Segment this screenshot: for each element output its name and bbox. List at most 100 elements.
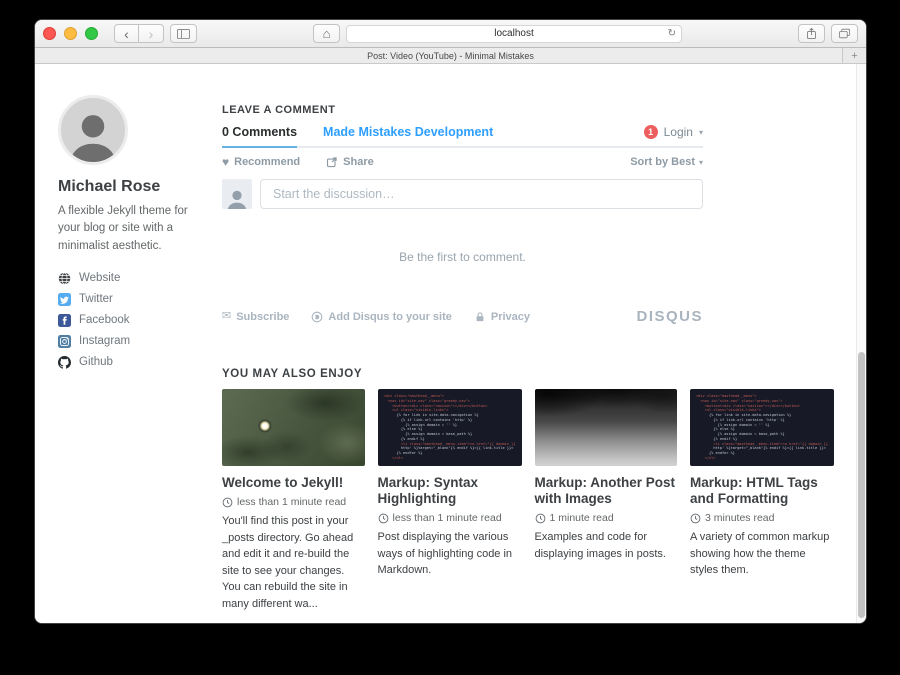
- plus-icon: +: [851, 50, 857, 62]
- code-screenshot: <div class="masthead__menu"> <nav id="si…: [378, 389, 522, 466]
- author-bio: A flexible Jekyll theme for your blog or…: [58, 203, 200, 255]
- clock-icon: [535, 513, 546, 524]
- share-icon: [326, 156, 338, 168]
- read-time-label: less than 1 minute read: [393, 512, 502, 524]
- zoom-window-button[interactable]: [85, 27, 98, 40]
- sidebar-link-website[interactable]: Website: [58, 272, 210, 285]
- clock-icon: [222, 497, 233, 508]
- disqus-logo[interactable]: DISQUS: [636, 308, 703, 325]
- card-read-time: less than 1 minute read: [222, 496, 365, 508]
- related-posts-section: YOU MAY ALSO ENJOY Welcome to Jekyll!les…: [222, 368, 834, 612]
- back-button[interactable]: ‹: [114, 24, 139, 43]
- share-button[interactable]: [798, 24, 825, 43]
- person-silhouette-icon: [64, 106, 122, 164]
- related-card[interactable]: <div class="masthead__menu"> <nav id="si…: [378, 389, 522, 612]
- foggy-tree-photo: [535, 389, 678, 466]
- related-card[interactable]: Welcome to Jekyll! less than 1 minute rea…: [222, 389, 365, 612]
- browser-toolbar: ‹ › ⌂ localhost ↻: [35, 20, 866, 48]
- clock-icon: [690, 513, 701, 524]
- back-icon: ‹: [124, 27, 129, 41]
- tab-bar: Post: Video (YouTube) - Minimal Mistakes…: [35, 48, 866, 64]
- envelope-icon: ✉: [222, 311, 231, 322]
- privacy-label: Privacy: [491, 311, 530, 323]
- sidebar-link-label: Website: [79, 272, 120, 284]
- active-tab[interactable]: Post: Video (YouTube) - Minimal Mistakes: [367, 51, 534, 61]
- share-label: Share: [343, 156, 374, 168]
- forward-icon: ›: [149, 27, 154, 41]
- sidebar-link-label: Twitter: [79, 293, 113, 305]
- notification-badge: 1: [644, 125, 658, 139]
- share-thread-button[interactable]: Share: [326, 156, 374, 168]
- scrollbar-track[interactable]: [856, 64, 866, 623]
- page-content: Michael Rose A flexible Jekyll theme for…: [35, 64, 866, 623]
- refresh-icon[interactable]: ↻: [668, 29, 676, 39]
- sort-label: Sort by Best: [630, 156, 695, 168]
- read-time-label: 1 minute read: [550, 512, 614, 524]
- sidebar-link-github[interactable]: Github: [58, 356, 210, 369]
- card-read-time: 3 minutes read: [690, 512, 834, 524]
- sidebar-link-label: Github: [79, 356, 113, 368]
- forward-button[interactable]: ›: [139, 24, 164, 43]
- disqus-actions: ♥ Recommend Share Sort by Best ▾: [222, 156, 703, 168]
- read-time-label: less than 1 minute read: [237, 496, 346, 508]
- guest-avatar: [222, 179, 252, 209]
- author-avatar: [58, 95, 128, 165]
- address-bar[interactable]: localhost ↻: [346, 25, 682, 43]
- window-controls: [43, 27, 98, 40]
- disqus-tabs: 0 Comments Made Mistakes Development 1 L…: [222, 125, 703, 148]
- minimize-window-button[interactable]: [64, 27, 77, 40]
- comments-section: LEAVE A COMMENT 0 Comments Made Mistakes…: [222, 104, 703, 325]
- card-read-time: less than 1 minute read: [378, 512, 522, 524]
- green-texture-photo: [222, 389, 365, 466]
- recommend-button[interactable]: ♥ Recommend: [222, 156, 300, 168]
- github-icon: [58, 356, 71, 369]
- comment-compose: [222, 179, 703, 209]
- card-title[interactable]: Markup: Syntax Highlighting: [378, 475, 522, 507]
- privacy-link[interactable]: Privacy: [474, 311, 530, 323]
- heart-icon: ♥: [222, 156, 229, 168]
- card-title[interactable]: Markup: Another Post with Images: [535, 475, 678, 507]
- code-screenshot: <div class="masthead__menu"> <nav id="si…: [690, 389, 834, 466]
- add-disqus-link[interactable]: Add Disqus to your site: [311, 311, 451, 323]
- card-title[interactable]: Welcome to Jekyll!: [222, 475, 365, 491]
- card-excerpt: You'll find this post in your _posts dir…: [222, 513, 365, 612]
- sidebar-link-twitter[interactable]: Twitter: [58, 293, 210, 306]
- disqus-footer: ✉ Subscribe Add Disqus to your site Priv…: [222, 308, 703, 325]
- comment-input[interactable]: [260, 179, 703, 209]
- instagram-icon: [58, 335, 71, 348]
- scrollbar-thumb[interactable]: [858, 352, 865, 618]
- subscribe-link[interactable]: ✉ Subscribe: [222, 311, 289, 323]
- comments-heading: LEAVE A COMMENT: [222, 104, 703, 116]
- sidebar-toggle-button[interactable]: [170, 24, 197, 43]
- tab-community-link[interactable]: Made Mistakes Development: [323, 125, 493, 139]
- sort-selector[interactable]: Sort by Best ▾: [630, 156, 703, 168]
- home-button[interactable]: ⌂: [313, 24, 340, 43]
- sidebar-link-label: Facebook: [79, 314, 130, 326]
- sidebar-link-facebook[interactable]: Facebook: [58, 314, 210, 327]
- subscribe-label: Subscribe: [236, 311, 289, 323]
- empty-state-message: Be the first to comment.: [222, 250, 703, 264]
- card-title[interactable]: Markup: HTML Tags and Formatting: [690, 475, 834, 507]
- recommend-label: Recommend: [234, 156, 300, 168]
- close-window-button[interactable]: [43, 27, 56, 40]
- person-silhouette-icon: [225, 187, 249, 209]
- facebook-icon: [58, 314, 71, 327]
- home-icon: ⌂: [323, 26, 331, 41]
- tabs-overview-icon: [838, 28, 851, 39]
- sidebar-link-instagram[interactable]: Instagram: [58, 335, 210, 348]
- related-card[interactable]: Markup: Another Post with Images 1 minute…: [535, 389, 678, 612]
- login-control[interactable]: 1 Login ▾: [644, 125, 703, 139]
- tab-comment-count[interactable]: 0 Comments: [222, 125, 297, 148]
- new-tab-button[interactable]: +: [842, 48, 866, 63]
- related-card[interactable]: <div class="masthead__menu"> <nav id="si…: [690, 389, 834, 612]
- disqus-d-icon: [311, 311, 323, 323]
- sidebar-link-label: Instagram: [79, 335, 130, 347]
- show-tabs-button[interactable]: [831, 24, 858, 43]
- chevron-down-icon: ▾: [699, 158, 703, 167]
- globe-icon: [58, 272, 71, 285]
- twitter-icon: [58, 293, 71, 306]
- author-sidebar: Michael Rose A flexible Jekyll theme for…: [58, 95, 210, 377]
- author-name: Michael Rose: [58, 178, 210, 196]
- sidebar-icon: [177, 29, 190, 39]
- code-snippet-text: <div class="masthead__menu"> <nav id="si…: [384, 394, 516, 461]
